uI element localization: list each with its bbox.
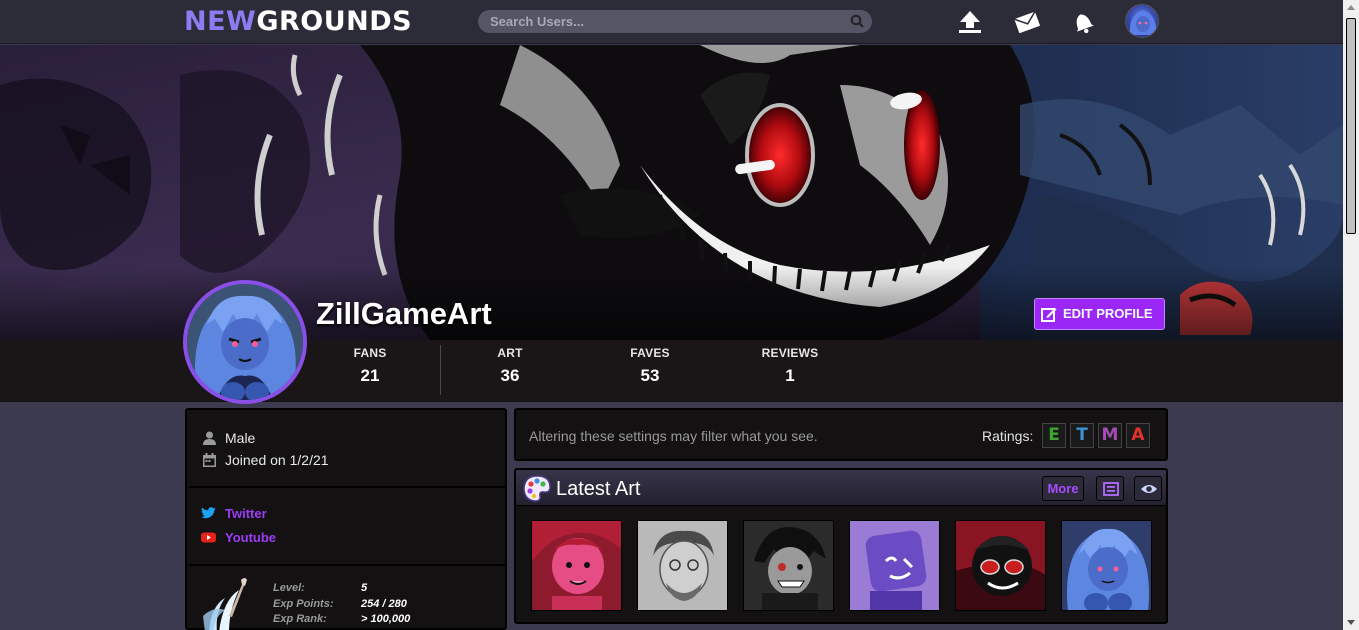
edit-profile-button[interactable]: EDIT PROFILE: [1034, 298, 1165, 330]
user-avatar[interactable]: [1125, 4, 1159, 38]
exp-points-label: Exp Points:: [273, 598, 334, 610]
edit-profile-label: EDIT PROFILE: [1063, 306, 1153, 321]
scrollbar-thumb[interactable]: [1346, 18, 1356, 234]
scroll-down-arrow-icon[interactable]: [1347, 620, 1355, 625]
mail-icon[interactable]: [1013, 8, 1041, 36]
profile-username: ZillGameArt: [316, 296, 492, 331]
latest-art-panel: Latest Art More: [514, 468, 1168, 624]
stat-divider: [440, 345, 441, 395]
gallery-icon: [1103, 482, 1119, 496]
ratings-label: Ratings:: [982, 428, 1034, 444]
search-icon[interactable]: [850, 14, 864, 28]
level-label: Level:: [273, 582, 305, 594]
filter-message: Altering these settings may filter what …: [529, 428, 818, 444]
top-navigation-bar: NEWGROUNDS: [0, 0, 1343, 44]
stat-faves[interactable]: FAVES 53: [600, 346, 700, 386]
twitter-icon: [201, 507, 216, 519]
page-scrollbar[interactable]: [1343, 0, 1359, 630]
logo-text-new: NEW: [184, 6, 257, 37]
stat-label: ART: [497, 346, 523, 360]
bell-icon[interactable]: [1069, 8, 1097, 36]
edit-icon: [1041, 308, 1057, 322]
gender-text: Male: [225, 430, 256, 446]
logo-text-grounds: GROUNDS: [256, 6, 413, 37]
stat-value: 36: [500, 366, 520, 385]
stat-label: REVIEWS: [761, 346, 819, 360]
latest-art-title: Latest Art: [556, 478, 641, 500]
eye-icon: [1141, 485, 1157, 493]
stat-label: FAVES: [630, 346, 670, 360]
stat-art[interactable]: ART 36: [460, 346, 560, 386]
level-value: 5: [361, 582, 368, 594]
stat-fans[interactable]: FANS 21: [320, 346, 420, 386]
youtube-icon: [201, 532, 216, 543]
user-icon: [203, 431, 216, 445]
content-filter-panel: Altering these settings may filter what …: [514, 408, 1168, 461]
art-thumbnail[interactable]: [743, 520, 834, 611]
search-users-input[interactable]: [490, 13, 840, 30]
exp-rank-label: Exp Rank:: [273, 613, 327, 625]
palette-icon: [523, 475, 551, 502]
exp-points-value: 254 / 280: [361, 598, 407, 610]
level-badge-icon: [203, 578, 247, 630]
view-mode-button[interactable]: [1096, 476, 1124, 501]
visibility-toggle-button[interactable]: [1134, 476, 1162, 501]
upload-icon[interactable]: [956, 8, 984, 36]
twitter-link-text: Twitter: [225, 506, 267, 521]
user-info-panel: Male Joined on 1/2/21 Twitter Youtube Le…: [185, 408, 507, 630]
stat-label: FANS: [353, 346, 387, 360]
stat-reviews[interactable]: REVIEWS 1: [740, 346, 840, 386]
stat-value: 1: [785, 366, 795, 385]
youtube-link-text: Youtube: [225, 530, 277, 545]
stat-value: 21: [360, 366, 380, 385]
rating-t-toggle[interactable]: T: [1070, 423, 1094, 448]
rating-m-toggle[interactable]: M: [1098, 423, 1122, 448]
rating-a-toggle[interactable]: A: [1126, 423, 1150, 448]
user-details-section: Male Joined on 1/2/21: [189, 410, 505, 488]
art-thumbnail[interactable]: [849, 520, 940, 611]
calendar-icon: [203, 453, 216, 467]
newgrounds-logo[interactable]: NEWGROUNDS: [184, 6, 412, 38]
latest-art-header: Latest Art More: [516, 470, 1166, 506]
social-links-section: Twitter Youtube: [189, 488, 505, 566]
banner-artwork: [0, 45, 1343, 340]
profile-avatar[interactable]: [183, 280, 307, 404]
art-thumbnail[interactable]: [637, 520, 728, 611]
search-bar: [478, 10, 872, 33]
art-thumbnail[interactable]: [1061, 520, 1152, 611]
profile-banner: [0, 45, 1343, 340]
joined-date-text: Joined on 1/2/21: [225, 452, 329, 468]
level-section: Level: 5 Exp Points: 254 / 280 Exp Rank:…: [189, 566, 505, 630]
stat-value: 53: [640, 366, 660, 385]
scroll-up-arrow-icon[interactable]: [1347, 5, 1355, 10]
exp-rank-value: > 100,000: [361, 613, 411, 625]
art-thumbnail[interactable]: [531, 520, 622, 611]
rating-e-toggle[interactable]: E: [1042, 423, 1066, 448]
more-art-button[interactable]: More: [1042, 476, 1084, 501]
art-thumbnail[interactable]: [955, 520, 1046, 611]
